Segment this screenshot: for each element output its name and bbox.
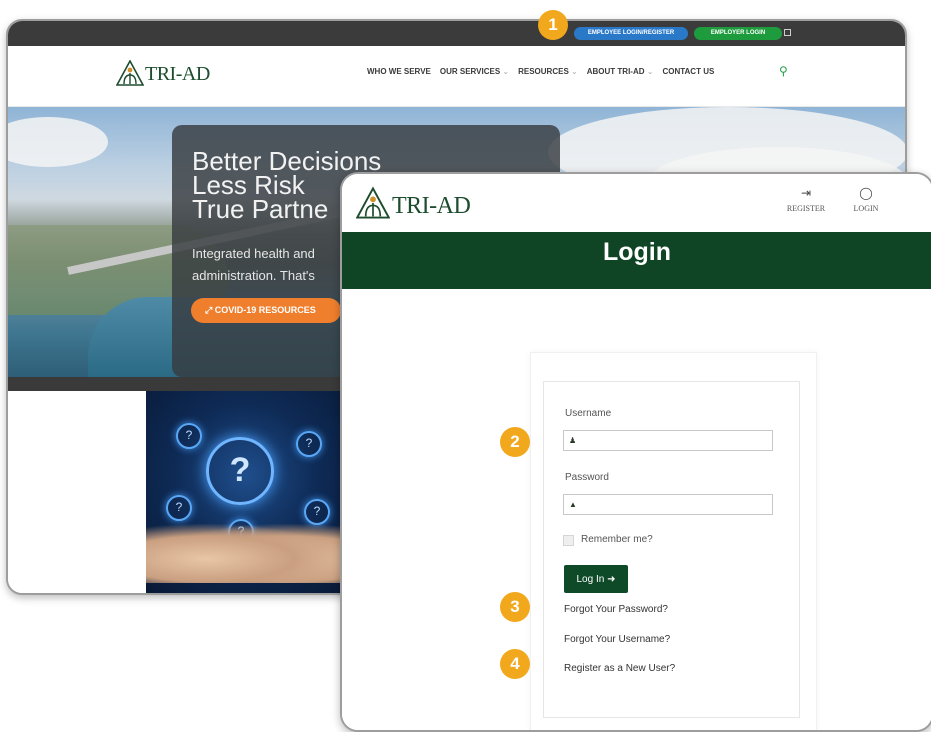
question-mark-icon: ? [166,495,192,521]
login-header-link[interactable]: ◯ LOGIN [851,186,881,213]
lock-icon: ▲ [569,500,577,509]
covid-resources-button[interactable]: ⤢ COVID-19 RESOURCES [191,298,341,323]
login-form: Username ♟ Password ▲ Remember me? Log I… [543,381,800,718]
login-banner: Login [342,232,931,289]
hero-subtitle: Integrated health and administration. Th… [192,246,315,283]
login-panel: Username ♟ Password ▲ Remember me? Log I… [530,352,817,730]
nav-label: RESOURCES [518,67,569,76]
employee-login-button[interactable]: EMPLOYEE LOGIN/REGISTER [574,27,688,40]
hands-graphic [146,523,346,583]
content-left-blank [8,391,146,593]
log-in-button[interactable]: Log In ➜ [564,565,628,593]
nav-label: OUR SERVICES [439,67,501,76]
callout-badge: 4 [500,649,530,679]
nav-item-who-we-serve[interactable]: WHO WE SERVE [367,67,431,76]
username-input[interactable] [563,430,773,451]
nav-item-contact[interactable]: CONTACT US [662,67,714,76]
register-new-user-link[interactable]: Register as a New User? [564,663,675,674]
chevron-down-icon: ⌄ [571,67,578,76]
logo-text: TRI-AD [392,193,471,219]
tri-ad-logo-icon [116,60,144,86]
hero-title-line: True Partne [192,194,329,224]
password-label: Password [565,472,609,483]
nav-item-our-services[interactable]: OUR SERVICES ⌄ [440,67,509,76]
login-label: LOGIN [853,204,879,213]
login-logo[interactable]: TRI-AD [356,184,471,220]
menu-square-icon[interactable] [784,29,791,36]
nav-label: WHO WE SERVE [367,67,431,76]
nav-label: ABOUT TRI-AD [586,67,645,76]
tri-ad-logo-icon [356,186,390,219]
password-input[interactable] [563,494,773,515]
site-logo[interactable]: TRI-AD [116,58,210,86]
register-label: REGISTER [786,204,826,213]
nav-label: CONTACT US [662,67,715,76]
site-header: TRI-AD WHO WE SERVE OUR SERVICES ⌄ RESOU… [8,46,905,107]
sign-in-icon: ⇥ [800,186,812,200]
user-circle-icon: ◯ [859,186,873,200]
login-header: TRI-AD ⇥ REGISTER ◯ LOGIN [342,174,931,234]
chevron-down-icon: ⌄ [646,67,654,76]
search-icon[interactable]: ⚲ [779,64,788,78]
nav-item-resources[interactable]: RESOURCES ⌄ [518,67,578,76]
nav-item-about[interactable]: ABOUT TRI-AD ⌄ [587,67,654,76]
chevron-down-icon: ⌄ [502,67,510,76]
remember-me-label: Remember me? [581,534,653,545]
question-mark-icon: ? [206,437,274,505]
question-mark-icon: ? [296,431,322,457]
log-in-label: Log In [576,573,605,585]
register-header-link[interactable]: ⇥ REGISTER [785,186,827,213]
page-title: Login [602,238,672,266]
employer-login-button[interactable]: EMPLOYER LOGIN [694,27,782,40]
logo-text: TRI-AD [145,63,210,85]
user-icon: ♟ [569,436,577,445]
remember-me-checkbox[interactable] [563,535,574,546]
question-mark-icon: ? [304,499,330,525]
callout-badge: 2 [500,427,530,457]
callout-badge: 1 [538,10,568,40]
cloud-decor [8,117,108,167]
question-mark-icon: ? [176,423,202,449]
login-body: Username ♟ Password ▲ Remember me? Log I… [342,289,931,730]
covid-button-label: COVID-19 RESOURCES [214,305,316,315]
username-label: Username [565,408,612,419]
main-nav: WHO WE SERVE OUR SERVICES ⌄ RESOURCES ⌄ … [367,67,714,76]
question-hands-image: ? ? ? ? ? ? [146,391,346,593]
forgot-password-link[interactable]: Forgot Your Password? [564,604,668,615]
forgot-username-link[interactable]: Forgot Your Username? [564,634,670,645]
utility-top-bar: EMPLOYEE LOGIN/REGISTER EMPLOYER LOGIN [8,21,905,46]
callout-badge: 3 [500,592,530,622]
arrow-circle-right-icon: ➜ [607,573,616,585]
login-window: TRI-AD ⇥ REGISTER ◯ LOGIN Login Username… [340,172,931,732]
